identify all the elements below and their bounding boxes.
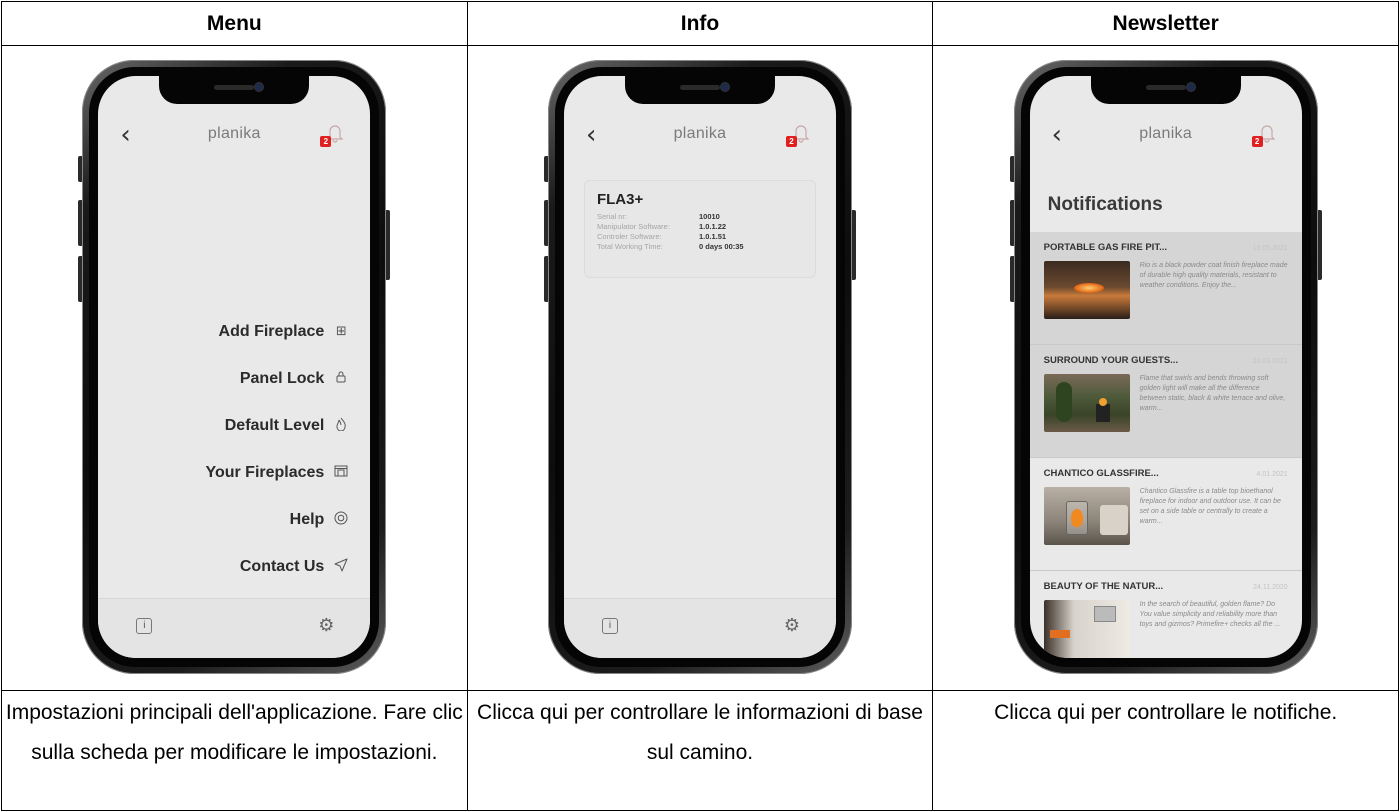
notification-item[interactable]: SURROUND YOUR GUESTS... 20.03.2021 Flame … xyxy=(1029,345,1302,459)
info-value: 1.0.1.51 xyxy=(698,232,727,242)
notification-thumbnail xyxy=(1043,487,1130,546)
app-header: ‹ planika 2 xyxy=(98,122,370,152)
info-icon[interactable]: i xyxy=(601,618,618,635)
notification-thumbnail xyxy=(1043,374,1130,433)
notification-list: PORTABLE GAS FIRE PIT... 13.05.2021 Rio i… xyxy=(1029,232,1302,659)
device-name: FLA3+ xyxy=(596,191,644,209)
notification-title: PORTABLE GAS FIRE PIT... xyxy=(1043,242,1167,254)
device-info-card[interactable]: FLA3+ Serial nr: 10010 Manipulator Softwa… xyxy=(583,180,816,279)
phone-mockup-newsletter: ‹ planika 2 Notifications PORTABLE GAS F… xyxy=(1009,60,1322,675)
newsletter-phone-cell: ‹ planika 2 Notifications PORTABLE GAS F… xyxy=(932,45,1399,691)
document-table: Menu Info Newsletter ‹ planika 2 Add Fir… xyxy=(1,0,1399,812)
flame-icon xyxy=(332,417,350,435)
menu-phone-cell: ‹ planika 2 Add Fireplace ⊞ Panel Lock D… xyxy=(1,45,468,691)
notch xyxy=(1090,76,1241,105)
app-header: ‹ planika 2 xyxy=(1030,122,1302,152)
info-row: Serial nr: 10010 xyxy=(597,212,803,222)
app-header: ‹ planika 2 xyxy=(564,122,836,152)
notification-title: SURROUND YOUR GUESTS... xyxy=(1043,355,1179,367)
send-icon xyxy=(332,558,350,576)
notification-date: 4.01.2021 xyxy=(1256,471,1288,479)
notch xyxy=(624,76,775,105)
menu-item-label: Panel Lock xyxy=(239,369,325,387)
notification-item[interactable]: CHANTICO GLASSFIRE... 4.01.2021 Chantico … xyxy=(1029,458,1302,572)
info-row: Manipulator Software: 1.0.1.22 xyxy=(597,222,803,232)
info-value: 1.0.1.22 xyxy=(698,222,727,232)
plus-square-icon: ⊞ xyxy=(335,324,347,340)
menu-item-label: Default Level xyxy=(224,416,325,434)
notification-text: Flame that swirls and bends throwing sof… xyxy=(1139,375,1286,413)
notification-item[interactable]: PORTABLE GAS FIRE PIT... 13.05.2021 Rio i… xyxy=(1029,232,1302,346)
info-key: Manipulator Software: xyxy=(596,222,670,232)
info-icon[interactable]: i xyxy=(136,618,153,635)
notification-text: Chantico Glassfire is a table top bioeth… xyxy=(1139,488,1281,526)
fireplace-icon xyxy=(332,465,350,481)
notification-thumbnail xyxy=(1043,261,1130,320)
menu-item-panel-lock[interactable]: Panel Lock xyxy=(205,355,350,402)
notifications-title: Notifications xyxy=(1047,194,1163,216)
info-key: Controler Software: xyxy=(596,232,662,242)
phone-mockup-menu: ‹ planika 2 Add Fireplace ⊞ Panel Lock D… xyxy=(78,60,391,675)
notification-title: BEAUTY OF THE NATUR... xyxy=(1043,581,1164,593)
info-row: Controler Software: 1.0.1.51 xyxy=(597,232,803,242)
menu-item-add-fireplace[interactable]: Add Fireplace ⊞ xyxy=(205,308,350,355)
info-value: 10010 xyxy=(698,212,720,222)
main-menu: Add Fireplace ⊞ Panel Lock Default Level xyxy=(205,308,350,590)
info-phone-cell: ‹ planika 2 FLA3+ Serial nr: 10010 Manipu… xyxy=(466,45,934,691)
notification-item[interactable]: BEAUTY OF THE NATUR... 24.11.2020 In the … xyxy=(1030,571,1302,659)
menu-item-label: Your Fireplaces xyxy=(205,463,325,481)
notification-date: 20.03.2021 xyxy=(1252,358,1288,366)
notch xyxy=(159,76,310,105)
app-screen: ‹ planika 2 FLA3+ Serial nr: 10010 Manipu… xyxy=(563,76,836,659)
menu-item-label: Help xyxy=(289,510,325,528)
menu-item-help[interactable]: Help xyxy=(205,496,350,543)
info-value: 0 days 00:35 xyxy=(698,242,744,252)
column-header-newsletter: Newsletter xyxy=(932,0,1399,47)
bell-icon[interactable]: 2 xyxy=(1251,122,1278,148)
notification-badge: 2 xyxy=(320,136,332,148)
notification-badge: 2 xyxy=(785,136,797,148)
notification-badge: 2 xyxy=(1251,136,1263,148)
menu-item-default-level[interactable]: Default Level xyxy=(205,402,350,449)
app-screen: ‹ planika 2 Add Fireplace ⊞ Panel Lock D… xyxy=(98,76,371,659)
notification-text: In the search of beautiful, golden flame… xyxy=(1139,601,1281,629)
info-row: Total Working Time: 0 days 00:35 xyxy=(597,242,803,252)
menu-item-label: Contact Us xyxy=(239,557,325,575)
lock-icon xyxy=(332,370,350,387)
gear-icon[interactable]: ⚙ xyxy=(318,615,334,636)
column-header-info: Info xyxy=(466,0,934,47)
column-header-menu: Menu xyxy=(1,0,468,47)
caption-newsletter: Clicca qui per controllare le notifiche. xyxy=(932,689,1399,812)
menu-item-your-fireplaces[interactable]: Your Fireplaces xyxy=(205,449,350,496)
notification-text: Rio is a black powder coat finish firepl… xyxy=(1139,262,1288,290)
notification-date: 13.05.2021 xyxy=(1252,245,1288,253)
notification-thumbnail xyxy=(1043,600,1130,659)
bottom-bar: i ⚙ xyxy=(98,598,371,659)
info-key: Total Working Time: xyxy=(596,242,663,252)
menu-item-label: Add Fireplace xyxy=(218,322,325,340)
gear-icon[interactable]: ⚙ xyxy=(784,615,800,636)
caption-info: Clicca qui per controllare le informazio… xyxy=(466,689,934,812)
notification-title: CHANTICO GLASSFIRE... xyxy=(1043,468,1159,480)
bell-icon[interactable]: 2 xyxy=(785,122,812,148)
lifebuoy-icon xyxy=(332,511,350,529)
phone-mockup-info: ‹ planika 2 FLA3+ Serial nr: 10010 Manipu… xyxy=(543,60,856,675)
menu-item-contact-us[interactable]: Contact Us xyxy=(205,543,350,590)
caption-menu: Impostazioni principali dell'applicazion… xyxy=(1,689,468,812)
bottom-bar: i ⚙ xyxy=(563,598,836,659)
bell-icon[interactable]: 2 xyxy=(320,122,346,148)
info-key: Serial nr: xyxy=(596,212,627,222)
power-button xyxy=(385,210,391,281)
notification-date: 24.11.2020 xyxy=(1253,584,1288,592)
app-screen: ‹ planika 2 Notifications PORTABLE GAS F… xyxy=(1029,76,1302,659)
